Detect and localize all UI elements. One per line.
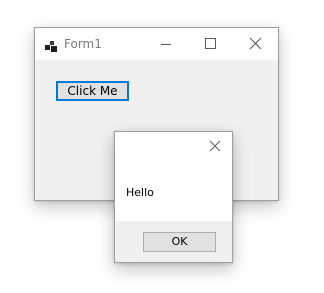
title-bar[interactable]: Form1 (35, 28, 278, 60)
desktop-area: Form1 Click Me Hello OK (0, 0, 324, 293)
window-title: Form1 (64, 37, 102, 51)
close-button[interactable] (234, 28, 278, 60)
ok-button[interactable]: OK (143, 232, 216, 252)
message-text: Hello (126, 186, 154, 199)
dialog-close-button[interactable] (198, 132, 232, 161)
maximize-button[interactable] (188, 28, 233, 60)
minimize-button[interactable] (143, 28, 188, 60)
close-icon (198, 140, 232, 165)
click-me-button[interactable]: Click Me (56, 81, 129, 101)
windows-form-app-icon (45, 38, 57, 52)
dialog-footer: OK (115, 221, 232, 262)
message-box-dialog: Hello OK (114, 131, 233, 263)
